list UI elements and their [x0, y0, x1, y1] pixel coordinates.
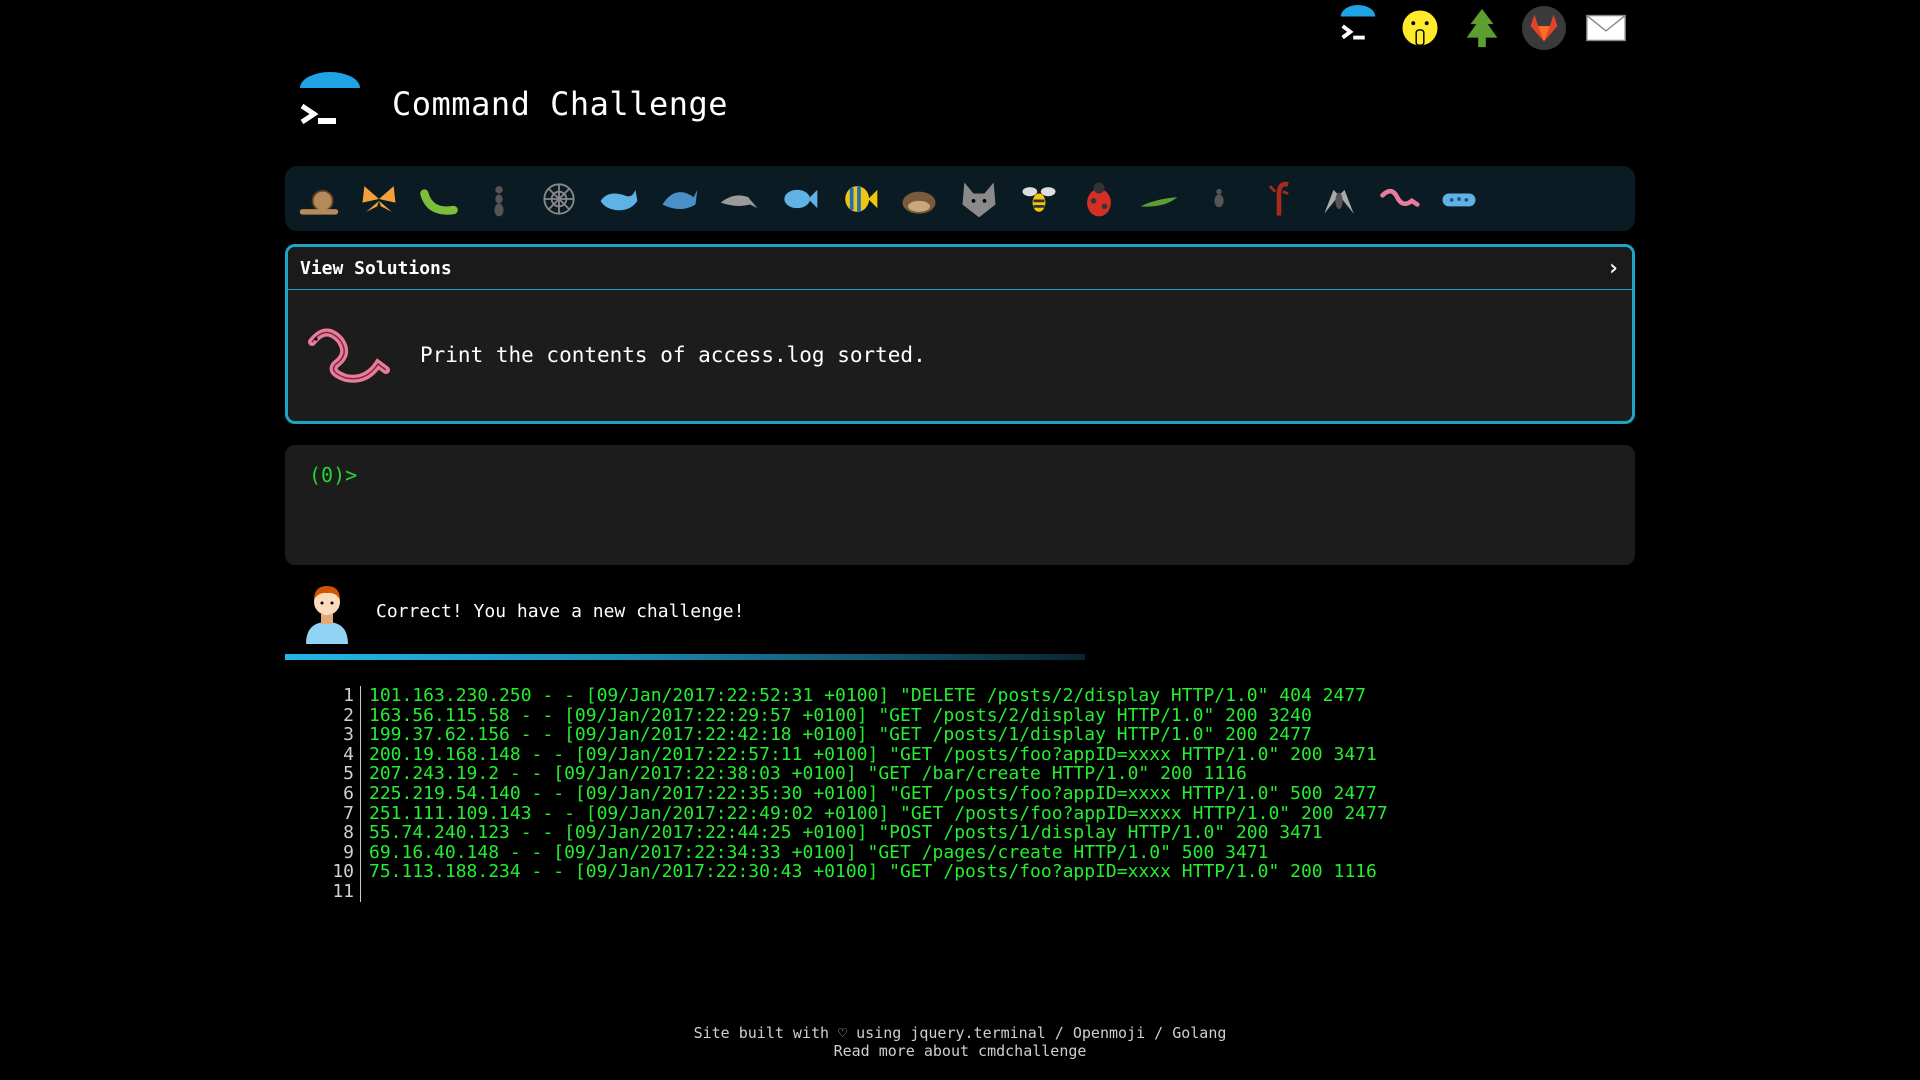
- output-text: 199.37.62.156 - - [09/Jan/2017:22:42:18 …: [369, 724, 1312, 746]
- caterpillar-icon[interactable]: [415, 175, 463, 223]
- spider-icon[interactable]: [1195, 175, 1243, 223]
- challenge-strip: [285, 166, 1635, 231]
- view-solutions-label: View Solutions: [300, 257, 452, 279]
- output-text: 69.16.40.148 - - [09/Jan/2017:22:34:33 +…: [369, 841, 1269, 863]
- chevron-right-icon[interactable]: ›: [1607, 256, 1620, 281]
- fly-icon[interactable]: [1315, 175, 1363, 223]
- output-line: 1 101.163.230.250 - - [09/Jan/2017:22:52:…: [320, 686, 1388, 706]
- worm-icon: [308, 328, 390, 383]
- footer: Site built with ♡ using jquery.terminal …: [0, 1024, 1920, 1060]
- output-line: 9 69.16.40.148 - - [09/Jan/2017:22:34:33 …: [320, 843, 1388, 863]
- man-technologist-icon: [306, 586, 348, 644]
- bee-icon[interactable]: [1015, 175, 1063, 223]
- footer-about-link[interactable]: Read more about cmdchallenge: [0, 1042, 1920, 1060]
- cricket-icon[interactable]: [1135, 175, 1183, 223]
- output-line: 8 55.74.240.123 - - [09/Jan/2017:22:44:25…: [320, 823, 1388, 843]
- tree-icon[interactable]: [1458, 4, 1506, 52]
- output-text: 225.219.54.140 - - [09/Jan/2017:22:35:30…: [369, 782, 1377, 804]
- output-text: 251.111.109.143 - - [09/Jan/2017:22:49:0…: [369, 802, 1388, 824]
- gitlab-icon[interactable]: [1520, 4, 1568, 52]
- line-number: 1: [320, 686, 361, 706]
- output-line: 2 163.56.115.58 - - [09/Jan/2017:22:29:57…: [320, 704, 1388, 726]
- line-number: 3: [320, 725, 361, 745]
- output-line: 6 225.219.54.140 - - [09/Jan/2017:22:35:3…: [320, 784, 1388, 804]
- ladybug-icon[interactable]: [1075, 175, 1123, 223]
- output-text: 75.113.188.234 - - [09/Jan/2017:22:30:43…: [369, 861, 1377, 883]
- hedgehog-icon[interactable]: [895, 175, 943, 223]
- scorpion-icon[interactable]: [1255, 175, 1303, 223]
- shark-icon[interactable]: [655, 175, 703, 223]
- output-line: 7 251.111.109.143 - - [09/Jan/2017:22:49:…: [320, 802, 1388, 824]
- command-output: 1 101.163.230.250 - - [09/Jan/2017:22:52:…: [320, 686, 1388, 902]
- line-number: 11: [320, 882, 361, 902]
- output-line: 3 199.37.62.156 - - [09/Jan/2017:22:42:18…: [320, 725, 1388, 745]
- progress-bar: [285, 654, 1085, 660]
- output-line: 11: [320, 882, 1388, 902]
- terminal-logo-icon[interactable]: [1334, 4, 1382, 52]
- header: Command Challenge: [298, 72, 728, 136]
- result-message: Correct! You have a new challenge!: [376, 600, 745, 622]
- line-number: 4: [320, 745, 361, 765]
- output-text: 55.74.240.123 - - [09/Jan/2017:22:44:25 …: [369, 822, 1323, 844]
- terminal-logo-icon[interactable]: [298, 72, 362, 136]
- line-number: 7: [320, 803, 361, 824]
- spider-web-icon[interactable]: [535, 175, 583, 223]
- fish-icon[interactable]: [775, 175, 823, 223]
- output-text: 207.243.19.2 - - [09/Jan/2017:22:38:03 +…: [369, 763, 1247, 785]
- footer-credits[interactable]: Site built with ♡ using jquery.terminal …: [0, 1024, 1920, 1042]
- line-number: 6: [320, 784, 361, 804]
- terminal[interactable]: (0)>: [285, 445, 1635, 565]
- line-number: 10: [320, 862, 361, 882]
- tropical-fish-icon[interactable]: [835, 175, 883, 223]
- ant-icon[interactable]: [475, 175, 523, 223]
- worm-icon[interactable]: [1375, 175, 1423, 223]
- output-text: 101.163.230.250 - - [09/Jan/2017:22:52:3…: [369, 685, 1366, 706]
- dolphin-icon[interactable]: [715, 175, 763, 223]
- output-line: 4 200.19.168.148 - - [09/Jan/2017:22:57:1…: [320, 745, 1388, 765]
- microbe-icon[interactable]: [1435, 175, 1483, 223]
- line-number: 9: [320, 843, 361, 863]
- wolf-icon[interactable]: [955, 175, 1003, 223]
- view-solutions-toggle[interactable]: View Solutions ›: [288, 247, 1632, 290]
- solutions-panel: View Solutions › Print the contents of a…: [285, 244, 1635, 424]
- line-number: 2: [320, 705, 361, 726]
- mail-icon[interactable]: [1582, 4, 1630, 52]
- top-nav: [1334, 4, 1630, 52]
- output-text: 200.19.168.148 - - [09/Jan/2017:22:57:11…: [369, 743, 1377, 765]
- line-number: 5: [320, 764, 361, 784]
- challenge-description: Print the contents of access.log sorted.: [420, 343, 926, 367]
- result-message-row: Correct! You have a new challenge!: [300, 578, 744, 644]
- output-line: 10 75.113.188.234 - - [09/Jan/2017:22:30:…: [320, 862, 1388, 882]
- butterfly-icon[interactable]: [355, 175, 403, 223]
- snail-icon[interactable]: [295, 175, 343, 223]
- line-number: 8: [320, 823, 361, 843]
- terminal-prompt: (0)>: [309, 463, 358, 487]
- shushing-face-icon[interactable]: [1396, 4, 1444, 52]
- page-title: Command Challenge: [392, 85, 729, 123]
- output-line: 5 207.243.19.2 - - [09/Jan/2017:22:38:03 …: [320, 764, 1388, 784]
- output-text: 163.56.115.58 - - [09/Jan/2017:22:29:57 …: [369, 704, 1312, 726]
- whale-icon[interactable]: [595, 175, 643, 223]
